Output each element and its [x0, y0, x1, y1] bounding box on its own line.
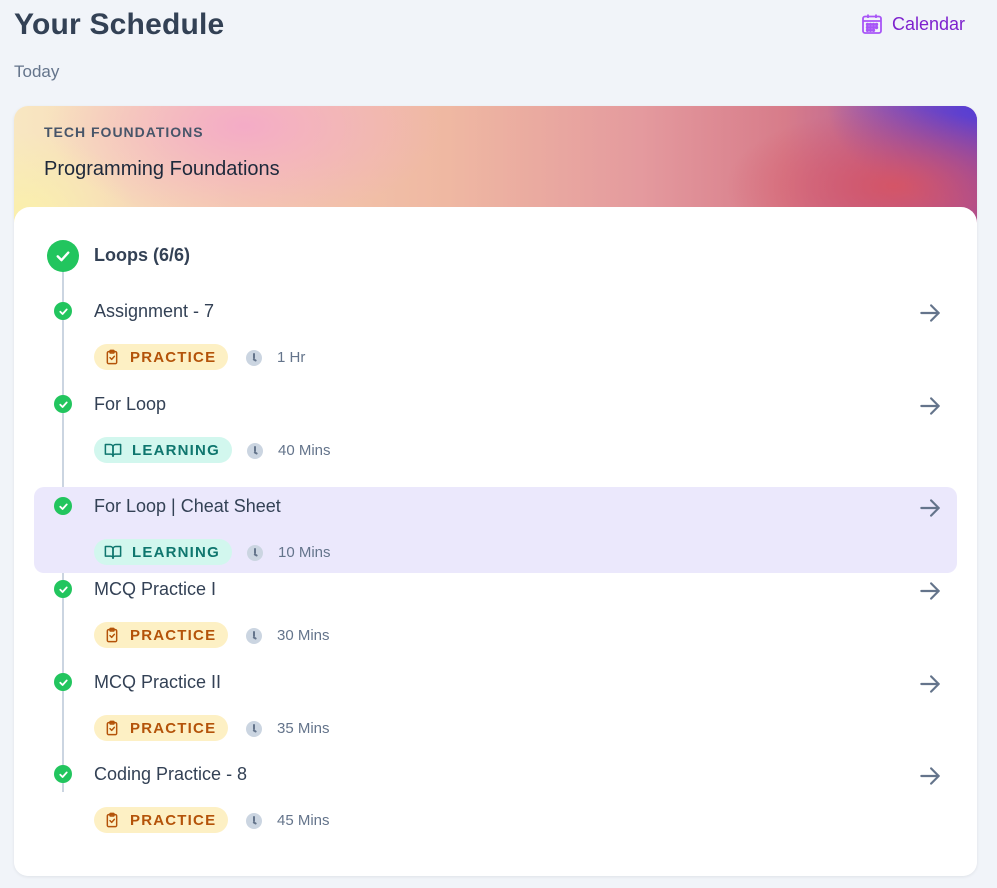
check-circle-icon	[54, 395, 72, 413]
check-circle-icon	[54, 302, 72, 320]
schedule-item-title: Coding Practice - 8	[94, 764, 248, 784]
badge-label: PRACTICE	[130, 626, 217, 644]
check-circle-icon	[47, 240, 79, 272]
arrow-right-icon[interactable]	[917, 393, 943, 424]
book-open-icon	[104, 544, 122, 560]
schedule-item[interactable]: MCQ Practice I PRACTICE 30 Mins	[34, 570, 957, 656]
clock-icon	[246, 627, 262, 644]
practice-badge: PRACTICE	[94, 344, 229, 370]
arrow-right-icon[interactable]	[917, 671, 943, 702]
schedule-item-title: Assignment - 7	[94, 301, 215, 321]
learning-badge: LEARNING	[94, 437, 232, 463]
clock-icon	[246, 812, 262, 829]
badge-label: LEARNING	[132, 441, 220, 459]
practice-badge: PRACTICE	[94, 807, 229, 833]
duration: 45 Mins	[246, 812, 330, 829]
schedule-item[interactable]: Assignment - 7 PRACTICE 1 Hr	[34, 292, 957, 378]
badge-label: PRACTICE	[130, 348, 217, 366]
clipboard-check-icon	[104, 349, 120, 365]
badge-label: LEARNING	[132, 543, 220, 561]
duration-label: 10 Mins	[278, 544, 331, 561]
check-circle-icon	[54, 765, 72, 783]
course-card: TECH FOUNDATIONS Programming Foundations…	[14, 106, 977, 876]
practice-badge: PRACTICE	[94, 715, 229, 741]
check-circle-icon	[54, 673, 72, 691]
clipboard-check-icon	[104, 720, 120, 736]
schedule-item-title: MCQ Practice II	[94, 672, 222, 692]
check-circle-icon	[54, 497, 72, 515]
duration-label: 45 Mins	[277, 812, 330, 829]
clock-icon	[246, 349, 262, 366]
clock-icon	[247, 544, 263, 561]
course-category: TECH FOUNDATIONS	[44, 124, 204, 140]
practice-badge: PRACTICE	[94, 622, 229, 648]
clock-icon	[247, 442, 263, 459]
duration-label: 1 Hr	[277, 349, 306, 366]
duration: 35 Mins	[246, 720, 330, 737]
badge-label: PRACTICE	[130, 719, 217, 737]
duration: 1 Hr	[246, 349, 305, 366]
check-circle-icon	[54, 580, 72, 598]
schedule-item[interactable]: MCQ Practice II PRACTICE 35 Mins	[34, 663, 957, 749]
arrow-right-icon[interactable]	[917, 578, 943, 609]
badge-label: PRACTICE	[130, 811, 217, 829]
module-content: Loops (6/6) Assignment - 7 PRACTICE 1 Hr Fo…	[14, 207, 977, 876]
schedule-item-title: MCQ Practice I	[94, 579, 217, 599]
calendar-label: Calendar	[891, 13, 965, 34]
arrow-right-icon[interactable]	[917, 763, 943, 794]
duration-label: 40 Mins	[278, 442, 331, 459]
module-title: Loops (6/6)	[94, 245, 191, 265]
learning-badge: LEARNING	[94, 539, 232, 565]
clipboard-check-icon	[104, 812, 120, 828]
course-title: Programming Foundations	[44, 158, 280, 180]
arrow-right-icon[interactable]	[917, 300, 943, 331]
calendar-button[interactable]: Calendar	[860, 12, 965, 36]
duration: 10 Mins	[247, 544, 331, 561]
duration-label: 30 Mins	[277, 627, 330, 644]
schedule-item[interactable]: For Loop | Cheat Sheet LEARNING 10 Mins	[34, 487, 957, 573]
schedule-item-title: For Loop	[94, 394, 167, 414]
clock-icon	[246, 720, 262, 737]
calendar-icon	[860, 12, 884, 36]
duration: 40 Mins	[247, 442, 331, 459]
schedule-item-title: For Loop | Cheat Sheet	[94, 496, 281, 516]
schedule-item[interactable]: Coding Practice - 8 PRACTICE 45 Mins	[34, 755, 957, 841]
schedule-date-label: Today	[14, 62, 60, 81]
duration-label: 35 Mins	[277, 720, 330, 737]
duration: 30 Mins	[246, 627, 330, 644]
schedule-item[interactable]: For Loop LEARNING 40 Mins	[34, 385, 957, 471]
clipboard-check-icon	[104, 627, 120, 643]
arrow-right-icon[interactable]	[917, 495, 943, 526]
page-title: Your Schedule	[14, 8, 225, 41]
book-open-icon	[104, 442, 122, 458]
